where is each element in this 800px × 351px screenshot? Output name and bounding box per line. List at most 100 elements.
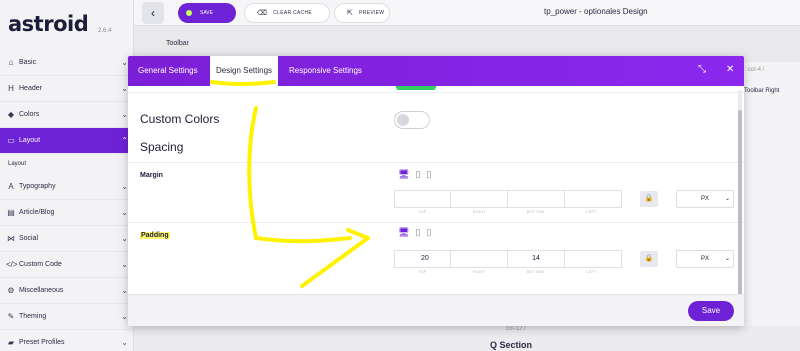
chevron-down-icon: ⌄ <box>121 286 128 295</box>
astroid-logo: astroid <box>8 12 89 36</box>
back-button[interactable]: ‹ <box>142 2 164 24</box>
folder-icon: ▰ <box>7 338 15 347</box>
custom-colors-toggle[interactable] <box>394 111 430 129</box>
mobile-icon[interactable]: ▯ <box>426 169 431 180</box>
preview-label: PREVIEW <box>359 10 385 16</box>
chevron-down-icon: ⌄ <box>121 234 128 243</box>
element-settings-modal: General Settings Design Settings Respons… <box>128 56 744 326</box>
sidebar-menu: ⌂ Basic ⌄ H Header ⌄ ◆ Colors ⌄ ▭ Layout… <box>0 50 133 351</box>
margin-left-input[interactable] <box>565 190 622 208</box>
padding-bottom-input[interactable]: 14 <box>508 250 565 268</box>
sidebar-item-layout[interactable]: ▭ Layout ⌃ <box>0 128 133 154</box>
column-size-label: col-12 / <box>506 326 526 332</box>
divider <box>128 162 744 163</box>
close-icon[interactable]: ✕ <box>726 64 734 75</box>
chevron-down-icon: ⌄ <box>121 208 128 217</box>
chevron-down-icon: ⌄ <box>121 312 128 321</box>
mobile-icon[interactable]: ▯ <box>426 227 431 238</box>
layout-icon: ▭ <box>7 136 15 145</box>
sidebar-item-article-blog[interactable]: ▤ Article/Blog ⌄ <box>0 200 133 226</box>
sidebar-subitem-layout[interactable]: Layout <box>0 154 133 174</box>
font-icon: A <box>8 182 14 191</box>
code-icon: </> <box>6 260 18 269</box>
preview-button[interactable]: ⇱ PREVIEW <box>334 3 390 23</box>
chevron-down-icon: ⌄ <box>724 196 730 202</box>
tab-design-settings[interactable]: Design Settings <box>210 56 279 86</box>
modal-scrollbar[interactable] <box>738 90 742 296</box>
enabled-toggle-partial[interactable] <box>396 86 436 90</box>
padding-unit-select[interactable]: PX ⌄ <box>676 250 734 268</box>
column-size-label: col-4 / <box>748 67 765 73</box>
margin-right-input[interactable] <box>451 190 508 208</box>
article-icon: ▤ <box>7 208 15 217</box>
caption-bottom: BOTTOM <box>526 210 545 214</box>
sidebar-item-preset-profiles[interactable]: ▰ Preset Profiles ⌄ <box>0 330 133 351</box>
margin-lock-button[interactable]: 🔒 <box>640 191 658 207</box>
margin-top-input[interactable] <box>394 190 451 208</box>
tab-responsive-settings[interactable]: Responsive Settings <box>289 56 362 86</box>
margin-label: Margin <box>140 172 163 179</box>
sidebar-item-basic[interactable]: ⌂ Basic ⌄ <box>0 50 133 76</box>
save-top-button[interactable]: SAVE <box>178 3 236 23</box>
sidebar-item-social[interactable]: ⋈ Social ⌄ <box>0 226 133 252</box>
header-icon: H <box>8 84 14 93</box>
margin-unit-value: PX <box>700 196 709 202</box>
caption-bottom: BOTTOM <box>526 270 545 274</box>
save-button[interactable]: Save <box>688 301 734 321</box>
section-title: Q Section <box>490 340 533 350</box>
desktop-icon[interactable]: 🖥 <box>398 227 409 238</box>
sidebar-item-miscellaneous[interactable]: ⚙ Miscellaneous ⌄ <box>0 278 133 304</box>
sidebar-item-label: Theming <box>19 313 47 320</box>
clear-cache-label: CLEAR CACHE <box>273 10 313 16</box>
padding-right-input[interactable] <box>451 250 508 268</box>
chevron-down-icon: ⌄ <box>121 84 128 93</box>
chevron-down-icon: ⌄ <box>121 182 128 191</box>
sidebar-item-label: Custom Code <box>19 261 62 268</box>
tablet-icon[interactable]: ▯ <box>415 169 420 180</box>
toolbar-section-label: Toolbar <box>166 40 189 47</box>
padding-lock-button[interactable]: 🔒 <box>640 251 658 267</box>
chevron-down-icon: ⌄ <box>121 110 128 119</box>
sidebar-item-colors[interactable]: ◆ Colors ⌄ <box>0 102 133 128</box>
desktop-icon[interactable]: 🖥 <box>398 169 409 180</box>
padding-left-input[interactable] <box>565 250 622 268</box>
sidebar-item-header[interactable]: H Header ⌄ <box>0 76 133 102</box>
external-link-icon: ⇱ <box>347 10 354 17</box>
layout-canvas-bottom: col-12 / Q Section <box>134 326 800 351</box>
tablet-icon[interactable]: ▯ <box>415 227 420 238</box>
scrollbar-thumb[interactable] <box>738 110 742 296</box>
sidebar-item-custom-code[interactable]: </> Custom Code ⌄ <box>0 252 133 278</box>
margin-inputs <box>394 190 622 208</box>
margin-unit-select[interactable]: PX ⌄ <box>676 190 734 208</box>
padding-top-input[interactable]: 20 <box>394 250 451 268</box>
page-title: tp_power - optionales Design <box>544 7 648 16</box>
tab-general-settings[interactable]: General Settings <box>138 56 198 86</box>
fullscreen-icon[interactable]: ⤡ <box>698 64 706 75</box>
lock-icon: 🔒 <box>644 255 654 262</box>
margin-device-switcher: 🖥 ▯ ▯ <box>398 169 431 180</box>
caption-left: LEFT <box>586 270 597 274</box>
chevron-left-icon: ‹ <box>151 6 155 20</box>
home-icon: ⌂ <box>8 58 14 67</box>
toolbar-right-label: Toolbar Right <box>744 88 780 94</box>
sidebar-item-typography[interactable]: A Typography ⌄ <box>0 174 133 200</box>
brush-icon: ✎ <box>7 312 15 321</box>
padding-inputs: 20 14 <box>394 250 622 268</box>
chevron-down-icon: ⌄ <box>121 58 128 67</box>
chevron-up-icon: ⌃ <box>121 136 128 145</box>
version-label: 2.6.4 <box>98 28 112 34</box>
padding-device-switcher: 🖥 ▯ ▯ <box>398 227 431 238</box>
margin-bottom-input[interactable] <box>508 190 565 208</box>
caption-top: TOP <box>418 210 427 214</box>
clear-cache-button[interactable]: ⌫ CLEAR CACHE <box>244 3 330 23</box>
chevron-down-icon: ⌄ <box>121 260 128 269</box>
sidebar-item-label: Basic <box>19 59 37 66</box>
modal-body: Custom Colors Spacing Margin 🖥 ▯ ▯ TOP R… <box>128 86 744 296</box>
eraser-icon: ⌫ <box>257 10 268 17</box>
sidebar-item-label: Miscellaneous <box>19 287 64 294</box>
sidebar-item-label: Article/Blog <box>19 209 55 216</box>
share-icon: ⋈ <box>7 234 15 243</box>
save-top-label: SAVE <box>200 10 213 16</box>
sidebar-item-theming[interactable]: ✎ Theming ⌄ <box>0 304 133 330</box>
gears-icon: ⚙ <box>7 286 15 295</box>
